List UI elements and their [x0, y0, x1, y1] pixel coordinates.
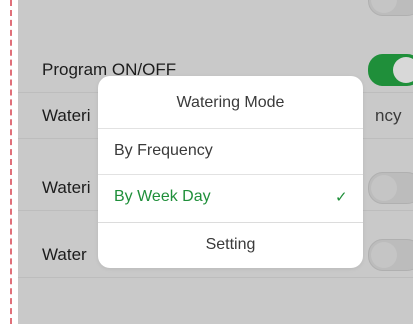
settings-screen: Program ON/OFF Wateri ncy Wateri Water W… — [18, 0, 413, 324]
option-by-week-day[interactable]: By Week Day ✓ — [98, 174, 363, 220]
toggle-knob — [393, 57, 413, 83]
row-label-watering-2: Wateri — [42, 178, 91, 197]
row-value-watering-mode: ncy — [375, 106, 402, 125]
toggle-knob — [371, 175, 397, 201]
watering-mode-dialog: Watering Mode By Frequency By Week Day ✓… — [98, 76, 363, 268]
toggle-knob — [371, 0, 397, 13]
option-label: By Week Day — [114, 188, 211, 205]
option-by-frequency[interactable]: By Frequency — [98, 128, 363, 174]
setting-button[interactable]: Setting — [98, 222, 363, 268]
option-label: By Frequency — [114, 142, 213, 159]
water-toggle[interactable] — [368, 239, 413, 271]
left-dashed-border — [10, 0, 12, 324]
toggle-knob — [371, 242, 397, 268]
row-label-water: Water — [42, 245, 87, 264]
program-toggle[interactable] — [368, 54, 413, 86]
watering-toggle[interactable] — [368, 172, 413, 204]
row-label-watering-mode: Wateri — [42, 106, 91, 125]
top-partial-toggle[interactable] — [368, 0, 413, 16]
dialog-title: Watering Mode — [176, 94, 285, 111]
checkmark-icon: ✓ — [335, 189, 348, 206]
